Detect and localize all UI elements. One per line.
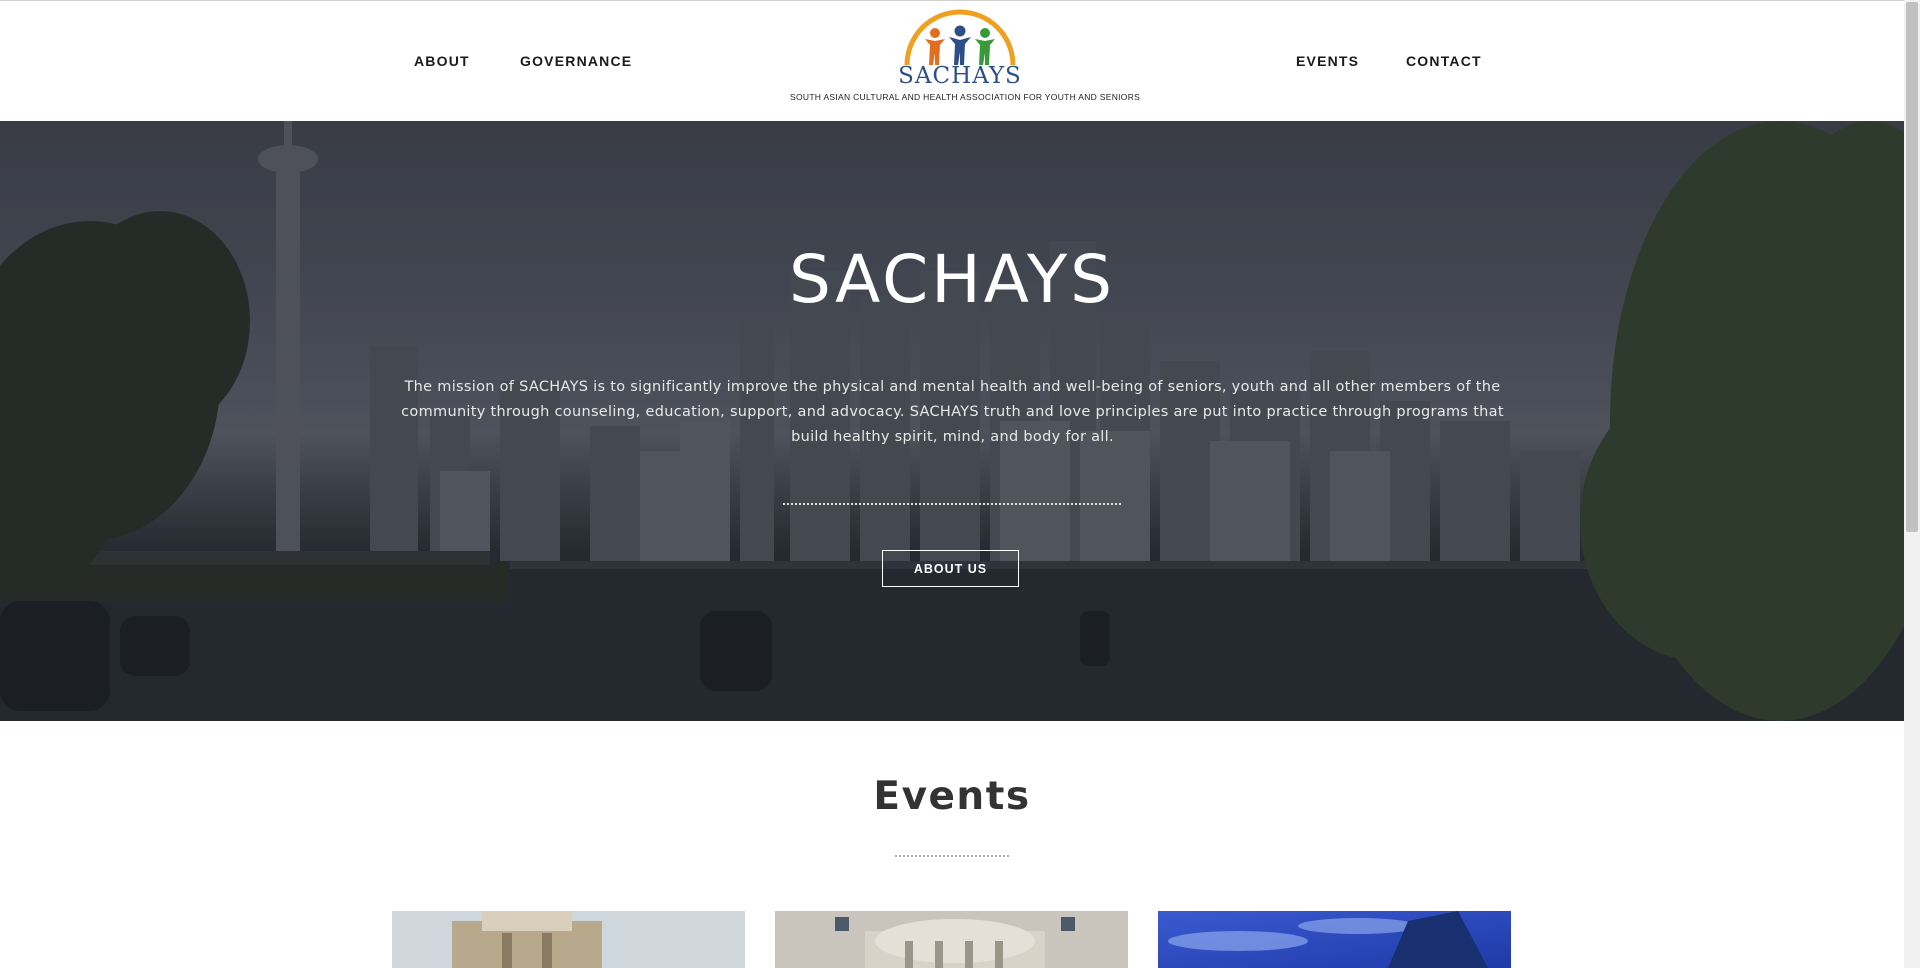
nav-contact[interactable]: CONTACT	[1406, 53, 1482, 69]
events-divider	[895, 855, 1009, 857]
logo-wordmark: SACHAYS	[898, 63, 1022, 89]
nav-about[interactable]: ABOUT	[414, 53, 470, 69]
site-logo[interactable]: SACHAYS SOUTH ASIAN CULTURAL AND HEALTH …	[790, 7, 1141, 117]
events-heading: Events	[873, 774, 1031, 819]
event-card-3-image	[1158, 911, 1511, 968]
scrollbar-thumb[interactable]	[1906, 2, 1918, 532]
nav-events[interactable]: EVENTS	[1296, 53, 1359, 69]
event-card-2-image	[775, 911, 1128, 968]
hero-title: SACHAYS	[788, 241, 1116, 318]
page: ABOUT GOVERNANCE SACHAYS SOUTH ASIAN CUL…	[0, 0, 1904, 968]
about-us-button[interactable]: ABOUT US	[882, 550, 1019, 587]
hero-section: SACHAYS The mission of SACHAYS is to sig…	[0, 121, 1904, 721]
site-header: ABOUT GOVERNANCE SACHAYS SOUTH ASIAN CUL…	[0, 1, 1904, 121]
event-card-2[interactable]	[775, 911, 1128, 968]
logo-tagline: SOUTH ASIAN CULTURAL AND HEALTH ASSOCIAT…	[790, 92, 1141, 102]
event-card-1-image	[392, 911, 745, 968]
event-card-3[interactable]	[1158, 911, 1511, 968]
hero-mission-text: The mission of SACHAYS is to significant…	[401, 379, 1504, 445]
hero-divider	[783, 503, 1121, 505]
nav-governance[interactable]: GOVERNANCE	[520, 53, 632, 69]
event-card-1[interactable]	[392, 911, 745, 968]
logo-figures-icon	[904, 9, 1016, 66]
